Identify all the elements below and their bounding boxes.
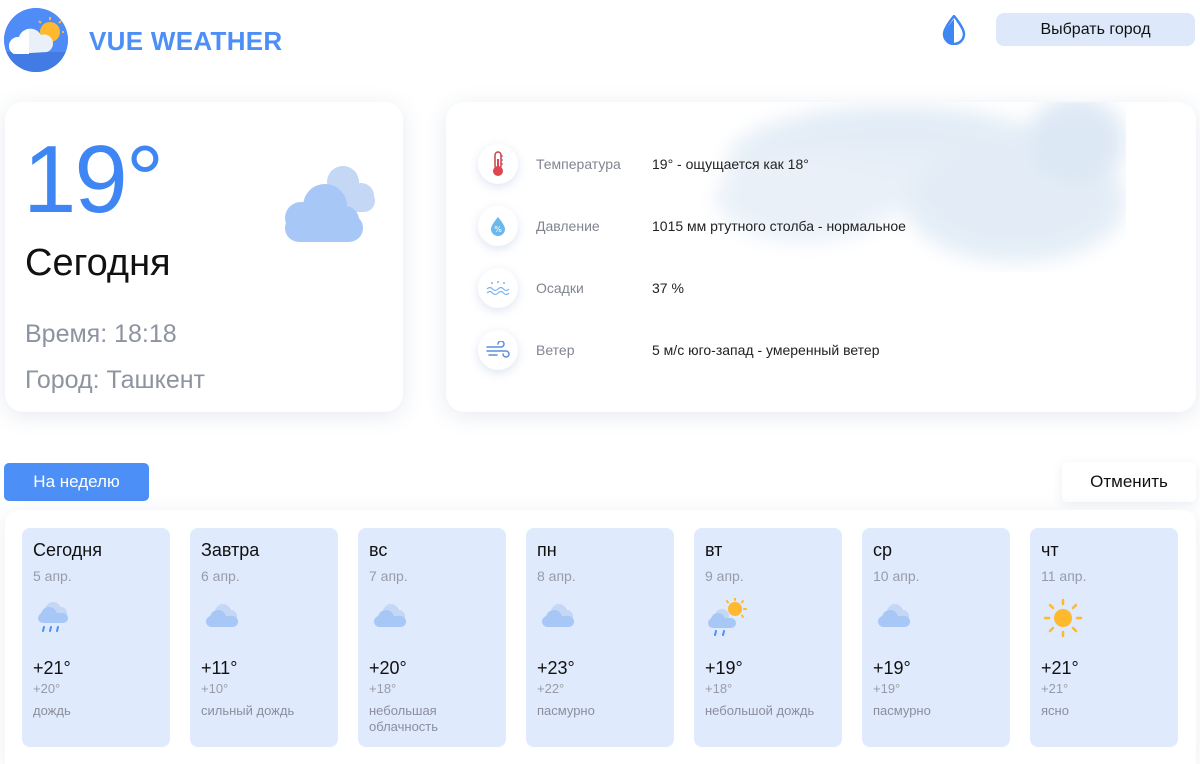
rain-icon <box>33 598 77 638</box>
forecast-temp: +11° <box>201 658 238 678</box>
forecast-day-name: ср <box>873 540 893 560</box>
forecast-day-name: пн <box>537 540 557 560</box>
forecast-day-name: Сегодня <box>33 540 102 560</box>
forecast-day-date: 5 апр. <box>33 568 72 584</box>
precipitation-icon <box>478 268 518 308</box>
forecast-day-date: 10 апр. <box>873 568 920 584</box>
forecast-day-date: 6 апр. <box>201 568 240 584</box>
forecast-day-date: 11 апр. <box>1041 568 1087 584</box>
cancel-button[interactable]: Отменить <box>1062 462 1196 502</box>
forecast-day-card[interactable]: чт 11 апр. +21° +21° ясно <box>1030 528 1178 747</box>
cloud-icon <box>537 598 581 638</box>
forecast-description: небольшая облачность <box>369 703 439 734</box>
today-city: Город: Ташкент <box>25 366 205 394</box>
sun-icon <box>1041 598 1085 638</box>
forecast-temp: +21° <box>1041 658 1079 678</box>
forecast-description: дождь <box>33 703 71 718</box>
today-temperature: 19° <box>23 126 164 233</box>
forecast-description: ясно <box>1041 703 1069 718</box>
forecast-feels-like: +20° <box>33 681 61 696</box>
forecast-feels-like: +22° <box>537 681 565 696</box>
water-drop-icon <box>942 15 966 45</box>
cloud-icon <box>369 598 413 638</box>
week-forecast-panel: Сегодня 5 апр. +21° +20° дождь Завтра 6 … <box>5 510 1196 764</box>
forecast-temp: +19° <box>873 658 911 678</box>
forecast-day-card[interactable]: Завтра 6 апр. +11° +10° сильный дождь <box>190 528 338 747</box>
detail-row-wind: Ветер 5 м/с юго-запад - умеренный ветер <box>478 330 1178 372</box>
cloud-icon <box>273 162 381 251</box>
detail-value-pressure: 1015 мм ртутного столба - нормальное <box>652 218 906 234</box>
wind-icon <box>478 330 518 370</box>
weather-details-card: Температура 19° - ощущается как 18° % Да… <box>446 102 1196 412</box>
forecast-day-date: 9 апр. <box>705 568 744 584</box>
select-city-button[interactable]: Выбрать город <box>996 13 1195 46</box>
forecast-day-card[interactable]: Сегодня 5 апр. +21° +20° дождь <box>22 528 170 747</box>
forecast-day-date: 8 апр. <box>537 568 576 584</box>
today-time: Время: 18:18 <box>25 320 177 348</box>
detail-row-temperature: Температура 19° - ощущается как 18° <box>478 144 1178 186</box>
pressure-drop-icon: % <box>478 206 518 246</box>
forecast-feels-like: +18° <box>369 681 397 696</box>
forecast-day-card[interactable]: пн 8 апр. +23° +22° пасмурно <box>526 528 674 747</box>
svg-text:%: % <box>494 225 502 234</box>
theme-toggle-button[interactable] <box>936 12 972 48</box>
forecast-description: сильный дождь <box>201 703 295 718</box>
forecast-feels-like: +21° <box>1041 681 1069 696</box>
forecast-feels-like: +18° <box>705 681 733 696</box>
detail-row-pressure: % Давление 1015 мм ртутного столба - нор… <box>478 206 1178 248</box>
today-title: Сегодня <box>25 242 171 284</box>
forecast-feels-like: +10° <box>201 681 229 696</box>
week-forecast-button[interactable]: На неделю <box>4 463 149 501</box>
detail-row-precipitation: Осадки 37 % <box>478 268 1178 310</box>
detail-label-temperature: Температура <box>536 156 621 172</box>
forecast-day-name: чт <box>1041 540 1059 560</box>
forecast-feels-like: +19° <box>873 681 901 696</box>
forecast-description: пасмурно <box>873 703 931 718</box>
forecast-day-date: 7 апр. <box>369 568 408 584</box>
cloud-icon <box>201 598 245 638</box>
app-header: VUE WEATHER Выбрать город <box>0 0 1200 80</box>
forecast-day-name: вс <box>369 540 388 560</box>
cloud-icon <box>873 598 917 638</box>
today-card: 19° Сегодня Время: 18:18 Город: Ташкент <box>5 102 403 412</box>
forecast-description: пасмурно <box>537 703 595 718</box>
forecast-temp: +23° <box>537 658 575 678</box>
sun-rain-icon <box>705 597 749 638</box>
forecast-day-card[interactable]: ср 10 апр. +19° +19° пасмурно <box>862 528 1010 747</box>
detail-value-precipitation: 37 % <box>652 280 684 296</box>
cloud-sun-logo-icon <box>4 8 68 72</box>
forecast-day-card[interactable]: вс 7 апр. +20° +18° небольшая облачность <box>358 528 506 747</box>
forecast-temp: +20° <box>369 658 407 678</box>
forecast-temp: +19° <box>705 658 743 678</box>
app-brand-title: VUE WEATHER <box>89 26 283 56</box>
forecast-day-name: вт <box>705 540 723 560</box>
forecast-day-name: Завтра <box>201 540 260 560</box>
detail-value-wind: 5 м/с юго-запад - умеренный ветер <box>652 342 880 358</box>
detail-label-pressure: Давление <box>536 218 600 234</box>
detail-label-precipitation: Осадки <box>536 280 584 296</box>
detail-label-wind: Ветер <box>536 342 575 358</box>
forecast-temp: +21° <box>33 658 71 678</box>
forecast-day-card[interactable]: вт 9 апр. +19° +18° небольшой дождь <box>694 528 842 747</box>
forecast-description: небольшой дождь <box>705 703 815 718</box>
thermometer-icon <box>478 144 518 184</box>
detail-value-temperature: 19° - ощущается как 18° <box>652 156 809 172</box>
